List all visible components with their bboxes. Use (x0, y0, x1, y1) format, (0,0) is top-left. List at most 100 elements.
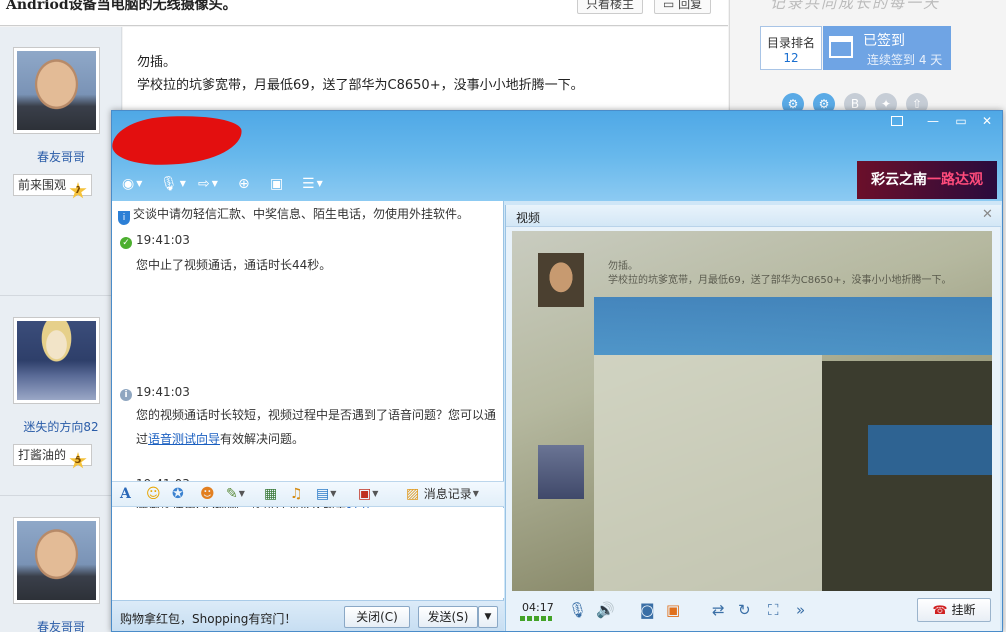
username-link[interactable]: 迷失的方向82 (0, 418, 122, 435)
divider (0, 495, 122, 496)
post-line: 学校拉的坑爹宽带，月最低69，送了部华为C8650+，没事小小地折腾一下。 (137, 78, 584, 93)
effects-icon[interactable]: ▣ (666, 601, 680, 619)
message-history-button[interactable]: ▨ 消息记录▼ (406, 485, 479, 503)
username-link[interactable]: 春友哥哥 (0, 148, 122, 165)
rank-label: 目录排名 (766, 36, 815, 50)
video-feed-avatar (538, 253, 584, 307)
chat-header: — ▭ ✕ ◉ ▼ 🎙 ▼ ⇨ ▼ ⊕ ▣ ☰ ▼ 彩云之南一路达观 (110, 111, 1002, 201)
reply-icon: ▭ (663, 0, 679, 11)
video-title-bar: 视频 ✕ (506, 205, 1001, 227)
video-controls: 04:17 🎙 🔊 ◙ ▣ ⇄ ↻ ⛶ » ☎ 挂断 (506, 595, 1001, 631)
message-text: 您的视频通话时长较短，视频过程中是否遇到了语音问题？您可以通 (136, 408, 497, 422)
screenshot-icon[interactable]: ▤▼ (316, 485, 336, 503)
video-call-icon[interactable]: ◉ ▼ (122, 174, 142, 194)
message-input[interactable] (112, 508, 504, 598)
user-title: 前来围观 (18, 178, 67, 192)
gift-icon[interactable]: ▣▼ (358, 485, 378, 503)
timestamp-text: 19:41:03 (136, 233, 190, 247)
magic-emoji-icon[interactable]: ✪ (172, 485, 184, 503)
add-contact-icon[interactable]: ⊕ (238, 174, 250, 194)
video-feed-avatar (538, 445, 584, 499)
post-body: 勿插。 学校拉的坑爹宽带，月最低69，送了部华为C8650+，没事小小地折腾一下… (123, 27, 728, 117)
signal-strength-icon (520, 616, 552, 621)
thread-title: Andriod设备当电脑的无线摄像头。 (6, 0, 237, 13)
close-icon[interactable]: ✕ (974, 113, 1000, 131)
author-column: 春友哥哥 前来围观 7 迷失的方向82 打酱油的 5 春友哥哥 (0, 27, 122, 632)
check-icon: ✓ (120, 237, 132, 249)
speaker-icon[interactable]: 🔊 (596, 601, 615, 619)
thread-title-bar: Andriod设备当电脑的无线摄像头。 只看楼主 ▭ 回复 (0, 0, 728, 26)
user-title-badge: 前来围观 7 (13, 174, 93, 199)
send-button[interactable]: 发送(S) (418, 606, 478, 628)
snapshot-icon[interactable]: ◙ (640, 601, 655, 619)
checkin-title: 已签到 (863, 33, 905, 49)
reply-button[interactable]: ▭ 回复 (654, 0, 712, 14)
user-title: 打酱油的 (18, 448, 67, 462)
fullscreen-icon[interactable]: ⛶ (768, 601, 779, 619)
emoji-icon[interactable]: ☺ (146, 485, 161, 503)
call-timer: 04:17 (522, 601, 554, 614)
message-text-part: 过 (136, 432, 149, 446)
avatar[interactable] (13, 47, 100, 134)
skin-icon[interactable] (884, 113, 910, 131)
qq-chat-window: — ▭ ✕ ◉ ▼ 🎙 ▼ ⇨ ▼ ⊕ ▣ ☰ ▼ 彩云之南一路达观 i 交谈中请勿轻信汇… (110, 110, 1003, 632)
history-label: 消息记录 (423, 487, 472, 501)
promo-text[interactable]: 购物拿红包，Shopping有窍门！ (120, 610, 296, 627)
ad-banner[interactable]: 彩云之南一路达观 (857, 161, 997, 199)
ad-text: 彩云之南 (871, 172, 927, 188)
minimize-icon[interactable]: — (920, 113, 946, 131)
screen-share-icon[interactable]: ▣ (270, 174, 283, 194)
video-panel: 视频 ✕ 勿插。 学校拉的坑爹宽带，月最低69，送了部华为C8650+，没事小小… (505, 205, 1001, 631)
divider (0, 295, 122, 296)
doodle-icon[interactable]: ✎▼ (226, 485, 245, 503)
video-feed-text: 学校拉的坑爹宽带，月最低69，送了部华为C8650+，没事小小地折腾一下。 (608, 275, 952, 286)
ad-text-highlight: 一路达观 (927, 172, 983, 188)
close-icon[interactable]: ✕ (982, 207, 993, 222)
microphone-icon[interactable]: 🎙 (568, 601, 587, 619)
video-feed-region (594, 355, 822, 591)
calendar-icon (829, 36, 853, 58)
security-notice-text: 交谈中请勿轻信汇款、中奖信息、陌生电话，勿使用外挂软件。 (133, 207, 470, 221)
avatar[interactable] (13, 517, 100, 604)
reply-label: 回复 (678, 0, 703, 11)
app-menu-icon[interactable]: ☰ ▼ (302, 174, 323, 194)
swap-view-icon[interactable]: ⇄ (712, 601, 725, 619)
video-feed-text: 勿插。 (608, 261, 638, 272)
hangup-button[interactable]: ☎ 挂断 (917, 598, 991, 622)
rotate-icon[interactable]: ↻ (738, 601, 751, 619)
voice-test-wizard-link[interactable]: 语音测试向导 (148, 432, 220, 446)
rank-value: 12 (783, 51, 799, 65)
avatar[interactable] (13, 317, 100, 404)
slogan: 记录共同成长的每一天 (770, 0, 941, 12)
music-icon[interactable]: ♫ (290, 485, 303, 503)
message-timestamp: ✓ 19:41:03 (120, 233, 190, 249)
video-feed: 勿插。 学校拉的坑爹宽带，月最低69，送了部华为C8650+，没事小小地折腾一下… (512, 231, 992, 591)
message-text: 您中止了视频通话，通话时长44秒。 (136, 258, 332, 272)
close-chat-button[interactable]: 关闭(C) (344, 606, 410, 628)
video-feed-region (822, 361, 992, 591)
user-title-badge: 打酱油的 5 (13, 444, 93, 469)
rank-box[interactable]: 目录排名 12 (760, 26, 822, 70)
more-icon[interactable]: » (796, 601, 805, 619)
file-transfer-icon[interactable]: ⇨ ▼ (198, 174, 218, 194)
video-feed-region (594, 297, 992, 355)
security-notice: i 交谈中请勿轻信汇款、中奖信息、陌生电话，勿使用外挂软件。 (118, 205, 469, 225)
send-options-dropdown[interactable]: ▼ (478, 606, 498, 628)
shield-icon: i (118, 211, 130, 225)
phone-icon: ☎ (932, 603, 948, 617)
shake-window-icon[interactable]: ☻ (200, 485, 215, 503)
checkin-button[interactable]: 已签到 连续签到 4 天 (823, 26, 951, 70)
timestamp-text: 19:41:03 (136, 385, 190, 399)
message-timestamp: i 19:41:03 (120, 385, 190, 401)
info-icon: i (120, 389, 132, 401)
image-icon[interactable]: ▦ (264, 485, 277, 503)
only-op-button[interactable]: 只看楼主 (577, 0, 644, 14)
username-link[interactable]: 春友哥哥 (0, 618, 122, 632)
history-icon: ▨ (406, 486, 424, 502)
maximize-icon[interactable]: ▭ (948, 113, 974, 131)
microphone-icon[interactable]: 🎙 ▼ (160, 174, 186, 194)
font-icon[interactable]: A (120, 485, 131, 503)
chat-bottom-bar: 购物拿红包，Shopping有窍门！ 关闭(C) 发送(S) ▼ (112, 600, 504, 631)
level-star-icon: 7 (69, 182, 87, 199)
redacted-contact-name (110, 111, 244, 169)
